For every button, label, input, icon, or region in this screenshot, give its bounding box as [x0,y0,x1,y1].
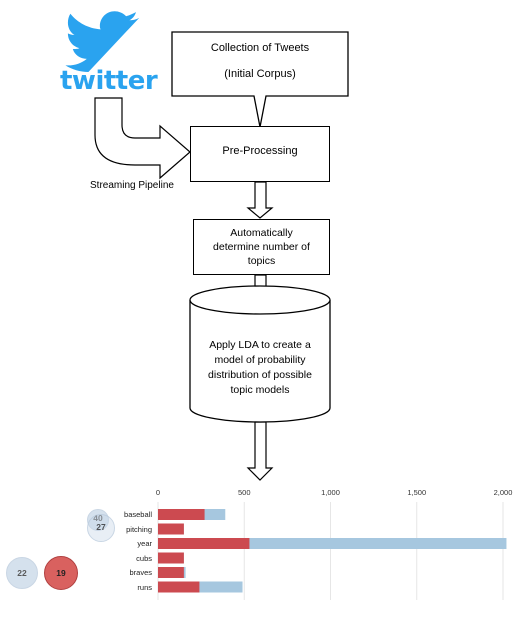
collection-subtitle: (Initial Corpus) [224,68,296,80]
bar-red [158,567,184,578]
determine-line-3: topics [247,255,276,267]
down-arrow-3 [246,421,274,481]
bar-red [158,581,200,593]
bar-area [157,502,507,600]
determine-topics-box: Automatically determine number of topics [193,219,330,275]
twitter-wordmark: twitter [60,66,158,96]
topic-bubble[interactable]: 19 [44,556,78,590]
lda-text: Apply LDA to create a model of probabili… [190,338,330,398]
lda-line-1: Apply LDA to create a [209,339,311,351]
determine-line-1: Automatically [230,227,293,239]
bar-red [158,552,184,564]
topic-bubble-label: 27 [96,522,106,532]
bar-red [158,538,250,549]
preprocessing-box: Pre-Processing [190,126,330,182]
preprocessing-label: Pre-Processing [222,145,298,157]
topic-bubble[interactable]: 27 [87,514,115,542]
lda-line-4: topic models [230,384,290,396]
lda-line-2: model of probability [214,354,306,366]
down-arrow-1 [246,181,274,219]
determine-line-2: determine number of [213,241,310,253]
lda-line-3: distribution of possible [208,369,312,381]
collection-box: Collection of Tweets (Initial Corpus) [172,32,348,96]
twitter-logo: twitter [58,10,158,100]
collection-title: Collection of Tweets [210,42,310,54]
topic-bar-chart: 0 500 1,000 1,500 2,000 baseball pitching year… [0,482,522,621]
topic-bubble[interactable]: 22 [6,557,38,589]
bar-red [158,523,184,535]
streaming-pipeline-label: Streaming Pipeline [90,180,174,191]
streaming-arrow [94,97,191,180]
topic-bubble-label: 19 [56,568,66,578]
topic-bubble-label: 22 [17,568,27,578]
bar-red [158,509,205,520]
